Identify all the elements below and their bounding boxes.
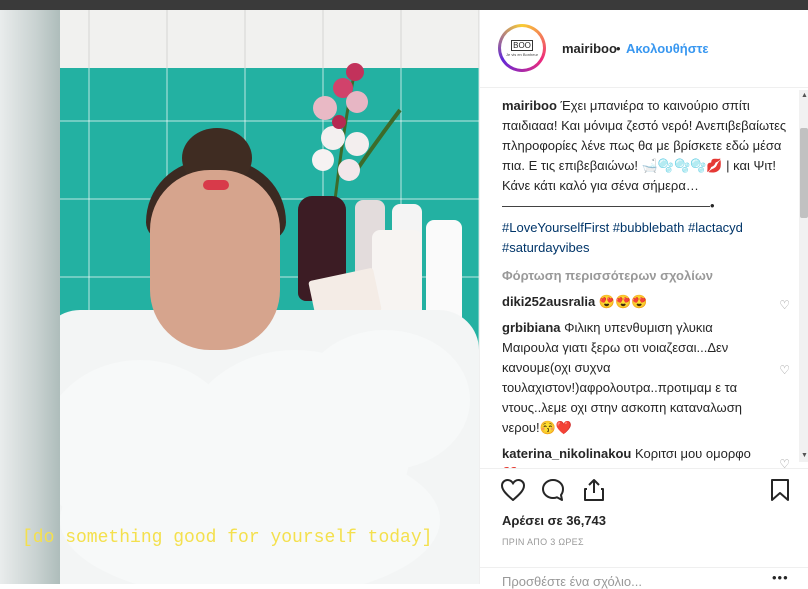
photo-shower-curtain — [0, 10, 60, 584]
photo-person — [150, 170, 280, 350]
photo-scrunchie — [203, 180, 229, 190]
avatar-logo-text: BOO — [511, 39, 533, 51]
caption-text: Έχει μπανιέρα το καινούριο σπίτι παιδιαα… — [502, 98, 787, 213]
header-separator-dot: • — [616, 41, 621, 56]
comment-item: grbibiana Φιλικη υπενθυμιση γλυκια Μαιρο… — [502, 318, 792, 438]
add-comment-input[interactable]: Προσθέστε ένα σχόλιο... — [502, 574, 642, 589]
comment-like-heart-icon[interactable]: ♡ — [779, 454, 790, 468]
caption: mairiboo Έχει μπανιέρα το καινούριο σπίτ… — [502, 96, 792, 216]
comment-username[interactable]: grbibiana — [502, 320, 561, 335]
photo-orchid-flowers — [312, 63, 402, 200]
scroll-up-arrow-icon[interactable]: ▲ — [801, 92, 808, 99]
caption-hashtags[interactable]: #LoveYourselfFirst #bubblebath #lactacyd… — [502, 218, 792, 258]
post-header: BOO Je vis en Bonheur mairiboo • Ακολουθ… — [480, 10, 808, 88]
more-options-icon[interactable]: ••• — [772, 570, 789, 585]
comment-username[interactable]: katerina_nikolinakou — [502, 446, 631, 461]
bookmark-icon[interactable] — [767, 477, 793, 503]
post-actions: Αρέσει σε 36,743 ΠΡΙΝ ΑΠΟ 3 ΩΡΕΣ Προσθέσ… — [480, 468, 808, 589]
header-username[interactable]: mairiboo — [562, 41, 617, 56]
post-photo[interactable]: [do something good for yourself today] — [0, 10, 479, 584]
share-icon[interactable] — [581, 477, 607, 503]
photo-overlay-text: [do something good for yourself today] — [22, 528, 433, 548]
photo-foam — [300, 330, 470, 470]
scrollbar-thumb[interactable] — [800, 128, 808, 218]
comment-text: 😍😍😍 — [598, 294, 648, 309]
scroll-down-arrow-icon[interactable]: ▼ — [801, 452, 808, 459]
avatar-image: BOO Je vis en Bonheur — [501, 27, 543, 69]
photo-wall-white-tiles — [0, 10, 479, 68]
like-heart-icon[interactable] — [500, 477, 526, 503]
follow-button[interactable]: Ακολουθήστε — [626, 41, 709, 56]
avatar[interactable]: BOO Je vis en Bonheur — [498, 24, 546, 72]
comment-username[interactable]: diki252ausralia — [502, 294, 595, 309]
comment-item: katerina_nikolinakou Κοριτσι μου ομορφο❤… — [502, 444, 792, 468]
comment-like-heart-icon[interactable]: ♡ — [779, 295, 790, 315]
likes-count[interactable]: Αρέσει σε 36,743 — [502, 513, 606, 528]
comment-item: diki252ausralia 😍😍😍 ♡ — [502, 292, 792, 312]
comment-text: Φιλικη υπενθυμιση γλυκια Μαιρουλα γιατι … — [502, 320, 742, 435]
load-more-comments-button[interactable]: Φόρτωση περισσότερων σχολίων — [502, 266, 792, 286]
post-details-panel: BOO Je vis en Bonheur mairiboo • Ακολουθ… — [479, 10, 808, 589]
caption-username[interactable]: mairiboo — [502, 98, 557, 113]
add-comment-bar: Προσθέστε ένα σχόλιο... ••• — [480, 567, 808, 589]
comment-bubble-icon[interactable] — [540, 477, 566, 503]
comment-like-heart-icon[interactable]: ♡ — [779, 360, 790, 380]
comments-scrollbar[interactable]: ▲ ▼ — [799, 90, 808, 462]
comments-list[interactable]: mairiboo Έχει μπανιέρα το καινούριο σπίτ… — [502, 96, 792, 468]
post-time: ΠΡΙΝ ΑΠΟ 3 ΩΡΕΣ — [502, 537, 584, 547]
browser-top-bar — [0, 0, 808, 10]
avatar-logo-subtext: Je vis en Bonheur — [505, 51, 539, 57]
